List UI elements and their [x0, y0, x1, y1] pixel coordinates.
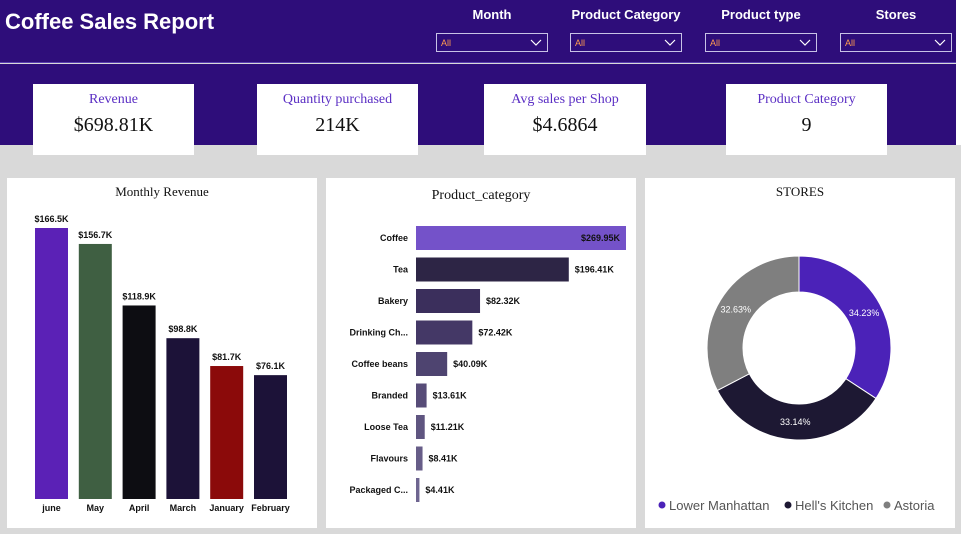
data-label: $76.1K: [256, 361, 286, 371]
data-label: $4.41K: [425, 485, 455, 495]
data-label: $196.41K: [575, 265, 615, 275]
legend-item: Hell's Kitchen: [795, 498, 873, 513]
filter-stores-value: All: [845, 38, 856, 48]
data-label: $81.7K: [212, 352, 242, 362]
slice-label: 33.14%: [780, 417, 811, 427]
legend-item: Astoria: [894, 498, 935, 513]
x-tick-label: February: [251, 503, 290, 513]
kpi-card-avg-sales: Avg sales per Shop $4.6864: [484, 84, 646, 155]
filter-product-type: Product type All: [705, 7, 817, 52]
y-tick-label: Coffee: [380, 233, 408, 243]
x-tick-label: January: [209, 503, 244, 513]
kpi-value: 9: [801, 114, 812, 136]
report-title: Coffee Sales Report: [5, 9, 215, 34]
bar-category: [416, 415, 425, 439]
y-tick-label: Loose Tea: [364, 422, 409, 432]
stores-panel: STORES 34.23% 33.14% 32.63% Lower Manhattan…: [645, 178, 955, 528]
y-tick-label: Drinking Ch...: [350, 328, 409, 338]
donut-slice-hell-s-kitchen: [716, 373, 877, 441]
filter-month: Month All: [436, 7, 548, 52]
bar-category: [416, 352, 448, 376]
y-tick-label: Flavours: [370, 454, 408, 464]
kpi-label: Quantity purchased: [282, 92, 393, 107]
filter-product-type-label: Product type: [721, 7, 801, 22]
bar-category: [416, 478, 420, 502]
filter-stores-label: Stores: [875, 7, 917, 22]
data-label: $156.7K: [78, 230, 113, 240]
data-label: $166.5K: [34, 214, 69, 224]
filter-product-type-dropdown[interactable]: All: [705, 33, 817, 52]
donut-slice-lower-manhattan: [798, 255, 892, 400]
filter-month-label: Month: [472, 7, 512, 22]
bar-category: [416, 383, 427, 408]
kpi-card-product-category: Product Category 9: [726, 84, 887, 155]
bar-category: [416, 320, 473, 345]
chevron-down-icon: [799, 39, 811, 46]
product-category-chart: Coffee $269.95K Tea $196.41K Bakery $82.32K Dr…: [349, 226, 626, 502]
data-label: $11.21K: [431, 422, 465, 432]
kpi-label: Product Category: [757, 92, 856, 107]
bar-january: [210, 366, 244, 499]
data-label: $40.09K: [453, 359, 488, 369]
y-tick-label: Coffee beans: [351, 359, 408, 369]
kpi-label: Avg sales per Shop: [511, 92, 619, 107]
slice-label: 32.63%: [720, 305, 751, 315]
x-tick-label: May: [87, 503, 105, 513]
legend-marker: [883, 501, 891, 509]
header-bar: Coffee Sales Report Month All Product Ca…: [0, 0, 961, 63]
stores-donut-chart: 34.23% 33.14% 32.63% Lower Manhattan Hell's …: [658, 255, 935, 513]
slice-label: 34.23%: [849, 308, 880, 318]
donut-slice-astoria: [706, 255, 800, 392]
bar-category: [416, 446, 423, 471]
bar-may: [78, 243, 112, 499]
bar-april: [122, 305, 156, 499]
filter-stores-dropdown[interactable]: All: [840, 33, 952, 52]
chevron-down-icon: [530, 39, 542, 46]
filter-month-dropdown[interactable]: All: [436, 33, 548, 52]
right-edge-strip: [956, 0, 961, 145]
filter-product-type-value: All: [710, 38, 721, 48]
x-tick-label: March: [170, 503, 197, 513]
kpi-label: Revenue: [89, 92, 138, 107]
x-tick-label: April: [129, 503, 150, 513]
filter-product-category-label: Product Category: [571, 7, 681, 22]
monthly-revenue-panel: Monthly Revenue $166.5K june $156.7K May $11…: [7, 178, 317, 528]
filter-product-category: Product Category All: [570, 7, 682, 52]
y-tick-label: Branded: [371, 391, 408, 401]
data-label: $13.61K: [433, 391, 468, 401]
filter-stores: Stores All: [840, 7, 952, 52]
y-tick-label: Packaged C...: [349, 485, 408, 495]
y-tick-label: Bakery: [378, 296, 408, 306]
filter-month-value: All: [441, 38, 452, 48]
data-label: $72.42K: [478, 328, 513, 338]
chevron-down-icon: [664, 39, 676, 46]
kpi-value: $698.81K: [73, 114, 154, 136]
legend-marker: [658, 501, 666, 509]
bar-june: [35, 228, 68, 499]
bar-category: [416, 257, 569, 282]
data-label: $8.41K: [429, 454, 459, 464]
product-category-panel: Product_category Coffee $269.95K Tea $196.4…: [326, 178, 636, 528]
filter-product-category-dropdown[interactable]: All: [570, 33, 682, 52]
x-tick-label: june: [41, 503, 61, 513]
kpi-value: 214K: [315, 114, 360, 136]
data-label: $269.95K: [581, 233, 621, 243]
kpi-card-revenue: Revenue $698.81K: [33, 84, 194, 155]
bar-category: [416, 289, 481, 313]
data-label: $82.32K: [486, 296, 521, 306]
bar-march: [166, 338, 200, 499]
kpi-card-quantity: Quantity purchased 214K: [257, 84, 418, 155]
bar-february: [254, 375, 287, 499]
chevron-down-icon: [934, 39, 946, 46]
data-label: $98.8K: [168, 324, 198, 334]
data-label: $118.9K: [122, 291, 156, 301]
kpi-value: $4.6864: [532, 114, 598, 136]
legend-marker: [784, 501, 792, 509]
filter-product-category-value: All: [575, 38, 586, 48]
legend-item: Lower Manhattan: [669, 498, 769, 513]
y-tick-label: Tea: [393, 265, 409, 275]
monthly-revenue-chart: $166.5K june $156.7K May $118.9K April $98.8K M…: [34, 214, 290, 513]
